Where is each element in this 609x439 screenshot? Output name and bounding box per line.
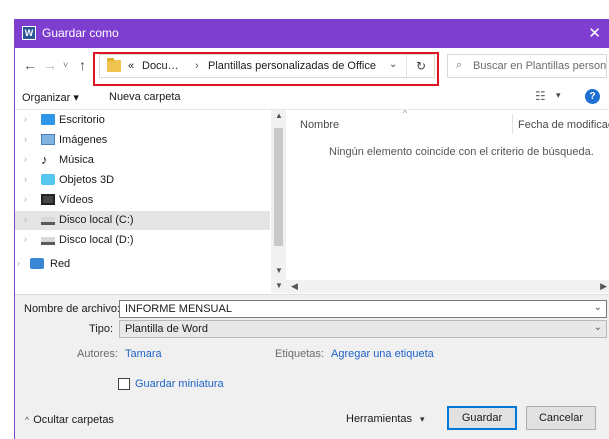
- sort-ascending-icon: ^: [403, 110, 408, 118]
- back-arrow-icon[interactable]: ←: [23, 57, 37, 73]
- desktop-icon: [41, 114, 55, 125]
- tree-item-network[interactable]: › Red: [15, 255, 270, 274]
- expand-chevron-icon[interactable]: ›: [24, 154, 27, 164]
- tools-label: Herramientas: [346, 413, 413, 425]
- save-as-dialog: W Guardar como ✕ ← → ˅ ↑ « Docu… › Plant…: [14, 19, 609, 439]
- organize-menu-button[interactable]: Organizar ▾: [22, 91, 79, 104]
- file-type-select[interactable]: Plantilla de Word ⌄: [119, 320, 607, 338]
- recent-locations-chevron-icon[interactable]: ˅: [63, 60, 68, 70]
- images-icon: [41, 134, 55, 145]
- navigation-pane: › Escritorio › Imágenes › ♪ Música › Obj…: [15, 110, 286, 280]
- search-placeholder: Buscar en Plantillas personal...: [473, 60, 607, 72]
- cancel-button[interactable]: Cancelar: [526, 406, 596, 430]
- tree-item-videos[interactable]: › Vídeos: [15, 191, 270, 210]
- expand-chevron-icon[interactable]: ›: [17, 258, 20, 268]
- local-disk-icon: [41, 237, 55, 245]
- authors-field[interactable]: Tamara: [125, 348, 162, 360]
- search-icon: ⌕: [456, 59, 463, 71]
- close-icon[interactable]: ✕: [588, 24, 601, 42]
- scroll-up-icon[interactable]: ▲: [275, 111, 283, 120]
- tree-item-3d-objects[interactable]: › Objetos 3D: [15, 171, 270, 190]
- tree-item-desktop[interactable]: › Escritorio: [15, 111, 270, 130]
- 3d-objects-icon: [41, 174, 55, 185]
- tree-item-label: Vídeos: [59, 194, 94, 206]
- videos-icon: [41, 194, 55, 205]
- filename-label: Nombre de archivo:: [24, 303, 120, 315]
- scroll-down-icon[interactable]: ▼: [275, 266, 283, 275]
- tree-item-local-disk-c[interactable]: › Disco local (C:): [15, 211, 270, 230]
- file-list-pane: ^ Nombre Fecha de modificación Ningún el…: [287, 110, 609, 280]
- expand-chevron-icon[interactable]: ›: [24, 174, 27, 184]
- scroll-left-icon[interactable]: ◀: [291, 281, 298, 292]
- tree-item-label: Escritorio: [59, 114, 105, 126]
- file-type-dropdown-icon[interactable]: ⌄: [594, 322, 602, 333]
- up-arrow-icon[interactable]: ↑: [79, 57, 86, 73]
- scroll-right-icon[interactable]: ▶: [600, 281, 607, 292]
- expand-chevron-icon[interactable]: ›: [24, 114, 27, 124]
- column-header-date-modified[interactable]: Fecha de modificación: [518, 119, 609, 131]
- tree-item-local-disk-d[interactable]: › Disco local (D:): [15, 231, 270, 250]
- scrollbar-thumb[interactable]: [274, 128, 283, 246]
- file-type-label: Tipo:: [89, 323, 114, 335]
- hide-folders-button[interactable]: ^ Ocultar carpetas: [25, 414, 114, 426]
- word-app-icon: W: [22, 26, 36, 40]
- tree-item-label: Disco local (C:): [59, 214, 134, 226]
- hide-folders-label: Ocultar carpetas: [33, 414, 114, 426]
- dialog-title: Guardar como: [42, 26, 119, 40]
- tree-item-label: Disco local (D:): [59, 234, 134, 246]
- view-options-icon[interactable]: ☷: [535, 89, 546, 103]
- help-icon[interactable]: ?: [585, 89, 600, 104]
- save-thumbnail-label[interactable]: Guardar miniatura: [135, 378, 224, 390]
- empty-results-message: Ningún elemento coincide con el criterio…: [329, 146, 594, 158]
- tree-item-label: Música: [59, 154, 94, 166]
- file-type-value: Plantilla de Word: [125, 323, 208, 335]
- authors-label: Autores:: [77, 348, 118, 360]
- save-thumbnail-checkbox[interactable]: [118, 378, 130, 390]
- tags-field[interactable]: Agregar una etiqueta: [331, 348, 434, 360]
- command-bar: Organizar ▾ Nueva carpeta ☷ ▾ ?: [15, 84, 609, 110]
- column-divider[interactable]: [512, 114, 513, 134]
- address-bar-highlight: [93, 52, 439, 86]
- title-bar: W Guardar como ✕: [15, 19, 609, 48]
- save-form-area: Nombre de archivo: INFORME MENSUAL ⌄ Tip…: [15, 294, 609, 439]
- tree-item-label: Objetos 3D: [59, 174, 115, 186]
- scroll-down-icon[interactable]: ▼: [271, 281, 283, 290]
- filename-dropdown-icon[interactable]: ⌄: [594, 302, 602, 313]
- tools-caret-icon: ▾: [420, 414, 425, 424]
- search-input[interactable]: ⌕ Buscar en Plantillas personal...: [447, 54, 607, 78]
- expand-chevron-icon[interactable]: ›: [24, 194, 27, 204]
- network-icon: [30, 258, 44, 269]
- column-header-name[interactable]: Nombre: [300, 119, 339, 131]
- filename-value: INFORME MENSUAL: [125, 303, 232, 315]
- new-folder-button[interactable]: Nueva carpeta: [109, 91, 181, 103]
- file-list-horizontal-scrollbar[interactable]: ▼ ◀ ▶: [271, 280, 609, 293]
- chevron-up-icon: ^: [25, 415, 30, 425]
- local-disk-icon: [41, 217, 55, 225]
- expand-chevron-icon[interactable]: ›: [24, 234, 27, 244]
- music-icon: ♪: [41, 152, 48, 167]
- tools-menu-button[interactable]: Herramientas ▾: [346, 413, 425, 425]
- filename-field[interactable]: INFORME MENSUAL ⌄: [119, 300, 607, 318]
- tree-item-label: Red: [50, 258, 71, 270]
- forward-arrow-icon[interactable]: →: [43, 57, 57, 73]
- tree-item-images[interactable]: › Imágenes: [15, 131, 270, 150]
- save-button[interactable]: Guardar: [447, 406, 517, 430]
- navigation-pane-scrollbar[interactable]: ▲ ▼: [271, 110, 286, 280]
- tags-label: Etiquetas:: [275, 348, 324, 360]
- view-options-caret-icon[interactable]: ▾: [556, 90, 561, 101]
- expand-chevron-icon[interactable]: ›: [24, 134, 27, 144]
- tree-item-music[interactable]: › ♪ Música: [15, 151, 270, 170]
- tree-item-label: Imágenes: [59, 134, 108, 146]
- expand-chevron-icon[interactable]: ›: [24, 214, 27, 224]
